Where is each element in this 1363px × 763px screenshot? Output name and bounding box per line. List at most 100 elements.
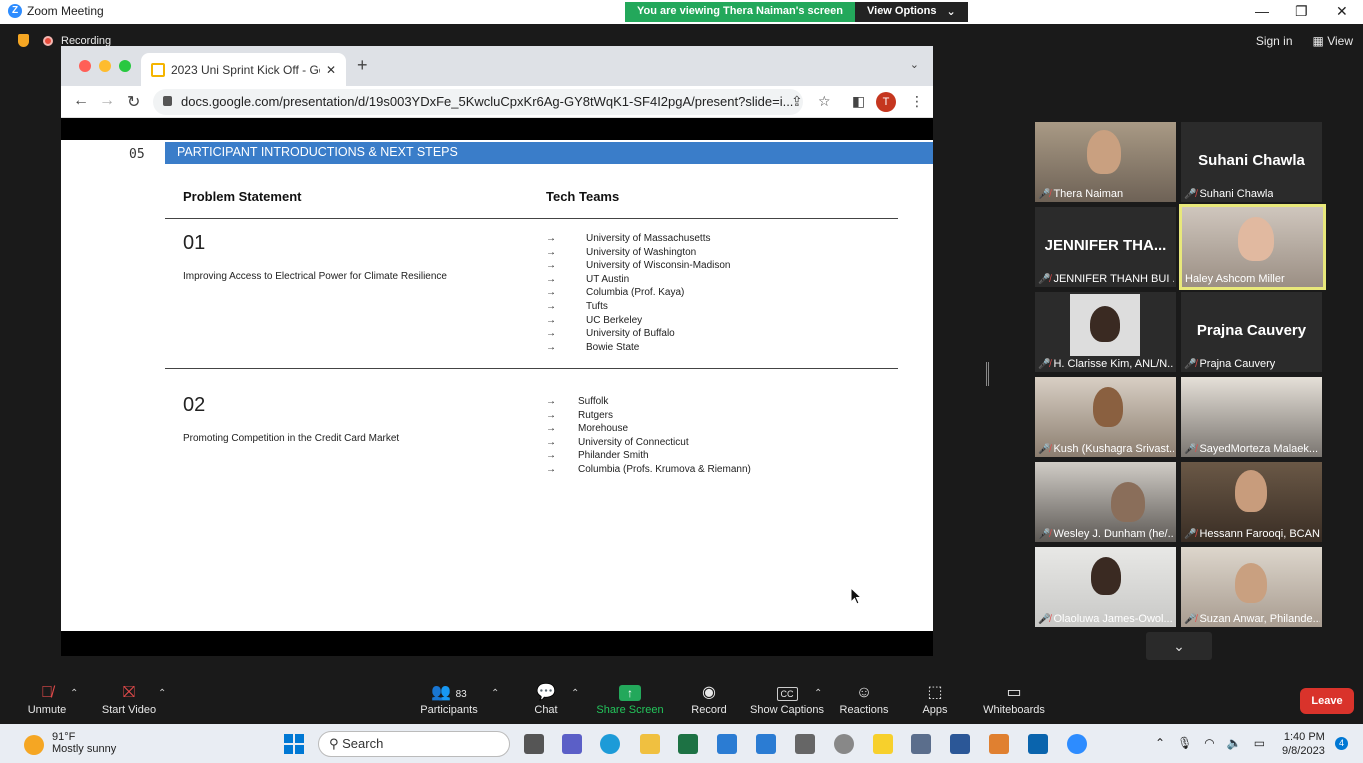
video-tile[interactable]: 🎤̸ SayedMorteza Malaek... — [1181, 377, 1322, 457]
search-icon: ⚲ — [329, 736, 343, 751]
chat-button[interactable]: 💬 Chat — [528, 682, 564, 716]
weather-widget[interactable]: 91°F Mostly sunny — [24, 731, 116, 755]
sign-in-link[interactable]: Sign in — [1256, 34, 1293, 48]
arrow-icon: → — [546, 423, 556, 435]
arrow-icon: → — [546, 273, 556, 285]
windows-start-button[interactable] — [284, 734, 304, 754]
unmute-button[interactable]: 🎙̸ Unmute — [22, 682, 72, 716]
participants-count: 83 — [455, 689, 467, 700]
close-button[interactable]: ✕ — [1336, 3, 1348, 20]
leave-button[interactable]: Leave — [1300, 688, 1354, 714]
excel-icon[interactable] — [678, 734, 698, 754]
video-tile[interactable]: 🎤̸ Kush (Kushagra Srivast... — [1035, 377, 1176, 457]
problem-number: 02 — [183, 394, 206, 416]
mail-icon[interactable] — [717, 734, 737, 754]
participants-button[interactable]: 👥 83 Participants — [415, 682, 483, 716]
arrow-icon: → — [546, 436, 556, 448]
browser-address-bar: ← → ↻ docs.google.com/presentation/d/19s… — [61, 86, 933, 118]
chevron-up-icon[interactable]: ⌃ — [1155, 736, 1165, 750]
problem-number: 01 — [183, 232, 206, 254]
recording-label: Recording — [61, 34, 112, 47]
notification-badge[interactable]: 4 — [1335, 737, 1348, 750]
video-tile[interactable]: Suhani Chawla 🎤̸ Suhani Chawla — [1181, 122, 1322, 202]
volume-icon[interactable]: 🔈 — [1227, 736, 1242, 750]
chat-caret[interactable]: ⌃ — [571, 688, 579, 699]
video-tile[interactable]: Haley Ashcom Miller — [1179, 204, 1326, 290]
profile-photo — [1070, 294, 1140, 356]
zoom-icon[interactable] — [1067, 734, 1087, 754]
video-tile[interactable]: Prajna Cauvery 🎤̸ Prajna Cauvery — [1181, 292, 1322, 372]
list-item: → University of Buffalo — [546, 327, 731, 341]
apps-button[interactable]: ⬚ Apps — [918, 682, 952, 716]
divider — [165, 218, 898, 219]
video-options-caret[interactable]: ⌃ — [158, 688, 166, 699]
microphone-icon[interactable]: 🎙 — [1177, 736, 1192, 750]
outlook-icon[interactable] — [1028, 734, 1048, 754]
word-icon[interactable] — [950, 734, 970, 754]
audio-options-caret[interactable]: ⌃ — [70, 688, 78, 699]
start-video-button[interactable]: ⛝ Start Video — [98, 682, 160, 716]
participants-icon: 👥 — [431, 684, 452, 701]
view-button[interactable]: ▦ View — [1313, 34, 1353, 48]
arrow-icon: → — [546, 396, 556, 407]
sticky-notes-icon[interactable] — [873, 734, 893, 754]
team-name: University of Wisconsin-Madison — [586, 260, 731, 272]
view-options-button[interactable]: View Options ⌄ — [855, 2, 968, 22]
video-tile[interactable]: 🎤̸ Suzan Anwar, Philande... — [1181, 547, 1322, 627]
list-item: → University of Wisconsin-Madison — [546, 259, 731, 273]
clock-icon[interactable] — [834, 734, 854, 754]
lock-icon — [163, 96, 172, 106]
list-item: → Tufts — [546, 300, 731, 314]
chat-icon: 💬 — [536, 684, 556, 701]
windows-logo-pane — [284, 745, 293, 754]
list-item: → UT Austin — [546, 273, 731, 287]
gallery-scroll-down-button[interactable]: ⌄ — [1146, 632, 1212, 660]
video-tile[interactable]: 🎤̸ H. Clarisse Kim, ANL/N... — [1035, 292, 1176, 372]
team-name: Philander Smith — [578, 450, 649, 462]
participant-video-icon — [1091, 557, 1121, 595]
weather-text: 91°F Mostly sunny — [52, 731, 116, 755]
participant-name-text: Olaoluwa James-Owol... — [1053, 613, 1173, 625]
reactions-button[interactable]: ☺ Reactions — [838, 682, 890, 716]
mic-muted-icon: 🎤̸ — [1038, 188, 1051, 200]
reactions-icon: ☺ — [855, 684, 873, 701]
record-button[interactable]: ◉ Record — [688, 682, 730, 716]
calendar-icon[interactable] — [756, 734, 776, 754]
wifi-icon[interactable]: ◠ — [1204, 736, 1214, 750]
splitter-handle[interactable] — [986, 362, 989, 386]
maximize-button[interactable]: ❐ — [1295, 3, 1308, 20]
participant-name: Haley Ashcom Miller — [1185, 273, 1285, 285]
captions-caret[interactable]: ⌃ — [814, 688, 822, 699]
participants-label: Participants — [420, 704, 478, 716]
edge-icon[interactable] — [600, 734, 620, 754]
share-screen-button[interactable]: ↑ Share Screen — [596, 682, 664, 716]
app-icon[interactable] — [989, 734, 1009, 754]
team-name: Tufts — [586, 300, 608, 312]
file-explorer-icon[interactable] — [640, 734, 660, 754]
teams-icon[interactable] — [562, 734, 582, 754]
battery-icon[interactable]: ▭ — [1254, 736, 1265, 750]
chevron-down-icon: ⌄ — [946, 6, 956, 18]
mic-muted-icon: 🎤̸ — [1184, 188, 1197, 200]
calculator-icon[interactable] — [795, 734, 815, 754]
taskbar-clock[interactable]: 1:40 PM 9/8/2023 — [1282, 730, 1325, 758]
snipping-tool-icon[interactable] — [911, 734, 931, 754]
team-name: University of Massachusetts — [586, 233, 711, 244]
app-title: Z Zoom Meeting — [8, 4, 104, 18]
minimize-button[interactable]: — — [1255, 3, 1269, 19]
list-item: → Columbia (Prof. Kaya) — [546, 286, 731, 300]
shield-icon[interactable] — [18, 34, 29, 47]
taskbar-search[interactable]: ⚲ Search — [318, 731, 510, 757]
task-view-icon[interactable] — [524, 734, 544, 754]
video-tile[interactable]: 🎤̸ Hessann Farooqi, BCAN — [1181, 462, 1322, 542]
url-field: docs.google.com/presentation/d/19s003YDx… — [153, 89, 803, 115]
profile-avatar: T — [876, 92, 896, 112]
video-tile[interactable]: 🎤̸ Thera Naiman — [1035, 122, 1176, 202]
video-tile[interactable]: 🎤̸ Wesley J. Dunham (he/... — [1035, 462, 1176, 542]
video-tile[interactable]: JENNIFER THA... 🎤̸ JENNIFER THANH BUI ... — [1035, 207, 1176, 287]
video-tile[interactable]: 🎤̸ Olaoluwa James-Owol... — [1035, 547, 1176, 627]
team-name: University of Washington — [586, 246, 697, 258]
view-label: View — [1327, 34, 1353, 48]
whiteboards-button[interactable]: ▭ Whiteboards — [980, 682, 1048, 716]
participants-caret[interactable]: ⌃ — [491, 688, 499, 699]
